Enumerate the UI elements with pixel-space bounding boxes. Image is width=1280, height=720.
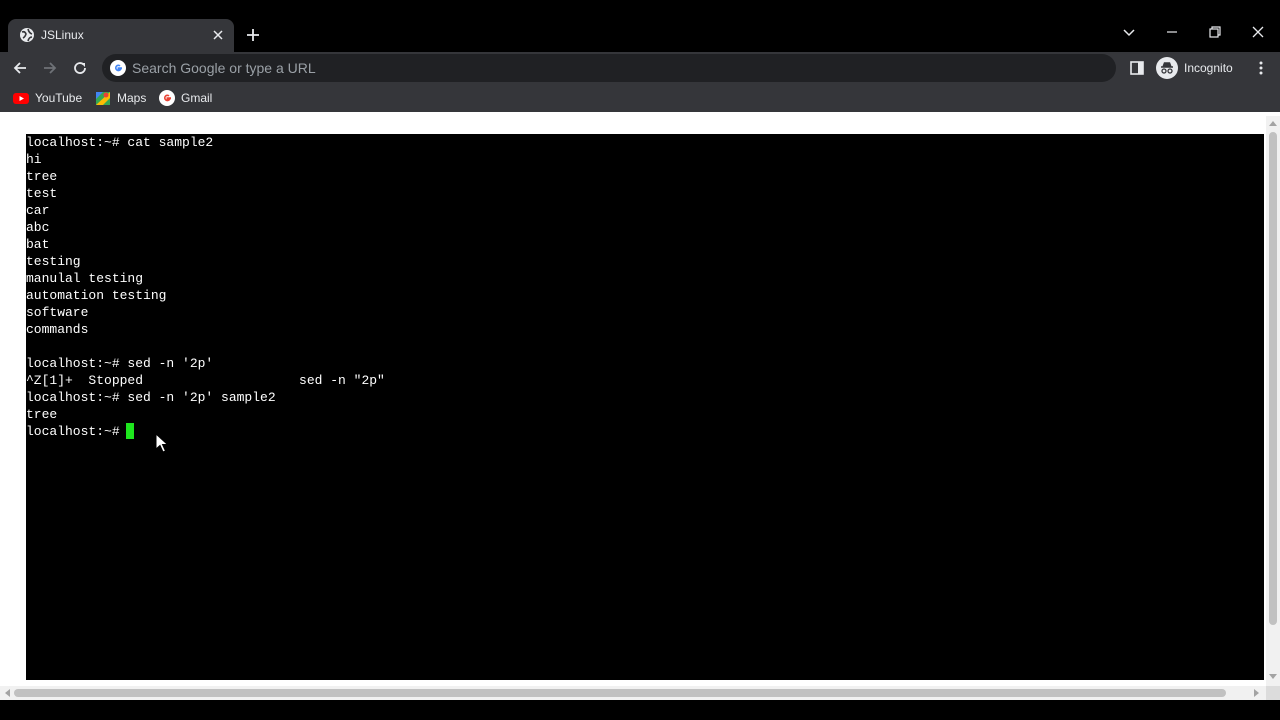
bookmarks-bar: YouTube Maps Gmail [0, 84, 1280, 112]
back-icon[interactable] [11, 59, 29, 77]
restore-icon[interactable] [1207, 24, 1223, 40]
url-input[interactable] [132, 54, 1092, 82]
scroll-up-icon[interactable] [1269, 120, 1277, 126]
browser-window: JSLinux Search Google or type a URL Inco… [0, 0, 1280, 720]
new-tab-icon[interactable] [244, 26, 262, 44]
terminal-line: bat [26, 237, 50, 252]
terminal-line: localhost:~# cat sample2 [26, 135, 214, 150]
terminal-line: tree [26, 169, 58, 184]
toolbar: Incognito [0, 52, 1280, 84]
terminal-line: testing [26, 254, 81, 269]
terminal-line: car [26, 203, 50, 218]
terminal-line: test [26, 186, 58, 201]
maps-icon [96, 92, 110, 105]
bookmark-label: YouTube [35, 91, 83, 105]
tab-search-icon[interactable] [1121, 24, 1137, 40]
terminal[interactable]: localhost:~# cat sample2 hi tree test ca… [26, 134, 1264, 680]
google-icon [110, 60, 126, 76]
incognito-icon [1156, 57, 1178, 79]
tab-jslinux[interactable]: JSLinux [8, 19, 234, 52]
terminal-line: ^Z[1]+ Stopped sed -n "2p" [26, 373, 385, 388]
page-content: localhost:~# cat sample2 hi tree test ca… [0, 112, 1280, 686]
google-icon [159, 90, 175, 106]
bookmark-maps[interactable]: Maps [95, 90, 146, 106]
terminal-line: automation testing [26, 288, 167, 303]
side-panel-icon[interactable] [1129, 60, 1145, 76]
bookmark-label: Gmail [181, 91, 213, 105]
youtube-icon [13, 93, 29, 104]
close-window-icon[interactable] [1250, 24, 1266, 40]
bookmark-youtube[interactable]: YouTube [13, 90, 82, 106]
omnibox[interactable] [102, 54, 1116, 82]
terminal-line: commands [26, 322, 89, 337]
reload-icon[interactable] [71, 59, 89, 77]
close-tab-icon[interactable] [210, 27, 226, 43]
terminal-line: software [26, 305, 89, 320]
terminal-prompt: localhost:~# [26, 424, 128, 439]
bookmark-label: Maps [117, 91, 147, 105]
terminal-line: abc [26, 220, 50, 235]
incognito-profile-button[interactable]: Incognito [1156, 55, 1233, 81]
globe-icon [20, 28, 34, 42]
terminal-line: localhost:~# sed -n '2p' sample2 [26, 390, 276, 405]
terminal-line: tree [26, 407, 58, 422]
menu-dots-icon[interactable] [1252, 59, 1270, 77]
terminal-line: localhost:~# sed -n '2p' [26, 356, 214, 371]
terminal-line: manulal testing [26, 271, 144, 286]
vertical-scrollbar-thumb[interactable] [1269, 132, 1277, 625]
vertical-scrollbar[interactable] [1266, 116, 1280, 686]
scroll-down-icon[interactable] [1269, 674, 1277, 680]
terminal-cursor [126, 423, 134, 439]
tab-title: JSLinux [41, 28, 84, 42]
horizontal-scrollbar[interactable] [0, 686, 1266, 700]
tab-strip: JSLinux [0, 0, 1280, 52]
horizontal-scrollbar-thumb[interactable] [14, 689, 1226, 697]
incognito-label: Incognito [1184, 61, 1233, 75]
terminal-line: hi [26, 152, 42, 167]
minimize-icon[interactable] [1164, 24, 1180, 40]
scroll-left-icon[interactable] [4, 689, 10, 697]
mouse-pointer-icon [155, 433, 169, 453]
scroll-right-icon[interactable] [1254, 689, 1260, 697]
scrollbar-corner [1266, 686, 1280, 700]
bookmark-gmail[interactable]: Gmail [159, 90, 212, 106]
forward-icon[interactable] [41, 59, 59, 77]
taskbar-strip [0, 700, 1280, 720]
